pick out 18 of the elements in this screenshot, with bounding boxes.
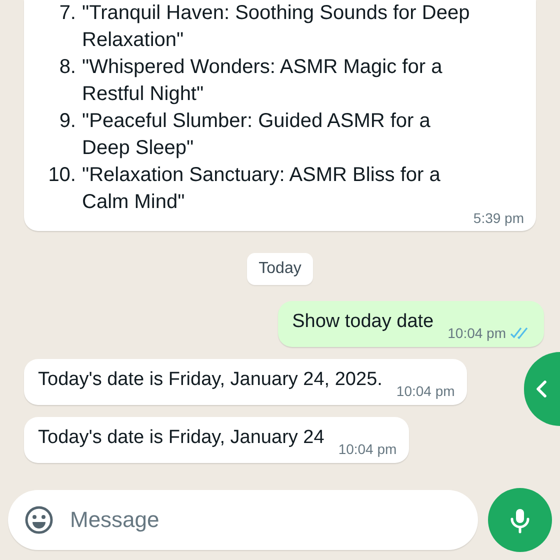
list-item-text: "Tranquil Haven: Soothing Sounds for Deep Relaxation" bbox=[82, 1, 471, 53]
smiley-icon[interactable] bbox=[24, 505, 54, 535]
message-time: 10:04 pm bbox=[396, 383, 455, 399]
list-number: 8. bbox=[58, 55, 77, 80]
message-text: Show today date bbox=[292, 310, 434, 334]
list-number: 10. bbox=[47, 163, 77, 188]
message-field[interactable]: Message bbox=[8, 490, 478, 550]
list-item-text: "Relaxation Sanctuary: ASMR Bliss for a Calm Mind" bbox=[82, 163, 442, 215]
list-number: 7. bbox=[58, 1, 77, 26]
message-time: 10:04 pm bbox=[338, 441, 397, 457]
list-item-text: "Peaceful Slumber: Guided ASMR for a Deep Sleep" bbox=[82, 109, 432, 161]
date-chip: Today bbox=[246, 253, 314, 285]
message-text: Today's date is Friday, January 24 bbox=[38, 426, 324, 450]
message-time: 5:39 pm bbox=[473, 210, 524, 226]
list-number: 9. bbox=[58, 109, 77, 134]
message-text: Today's date is Friday, January 24, 2025. bbox=[38, 368, 382, 392]
list-item-text: "Whispered Wonders: ASMR Magic for a Restful Night" bbox=[82, 55, 444, 107]
message-time: 10:04 pm bbox=[448, 325, 506, 341]
